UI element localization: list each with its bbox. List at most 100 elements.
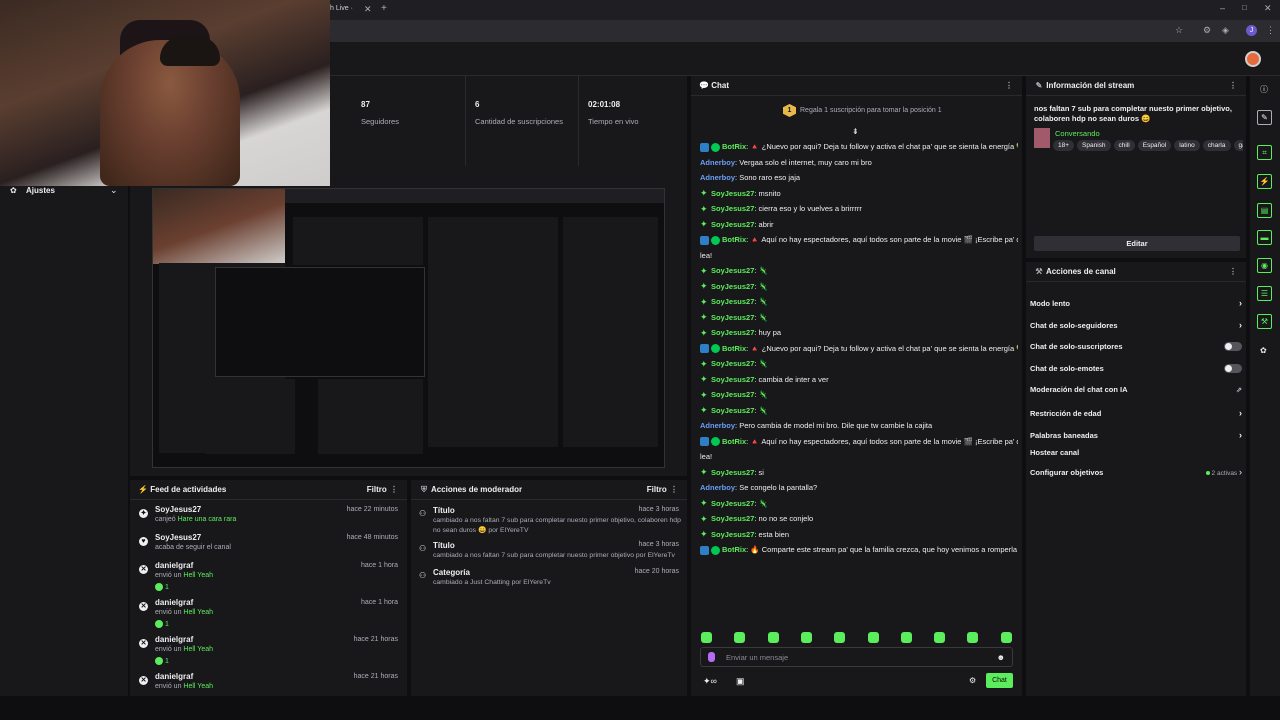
activity-item[interactable]: ✦ SoyJesus27 canjeó Hare una cara rara hace…	[130, 505, 407, 532]
stream-tag[interactable]: latino	[1174, 140, 1200, 151]
channel-action-item[interactable]: Configurar objetivos 2 activas ›	[1030, 467, 1242, 477]
chat-username[interactable]: BotRix	[722, 545, 746, 554]
chat-username[interactable]: SoyJesus27	[711, 220, 754, 229]
rail-scan-button[interactable]: ⌗	[1257, 145, 1272, 160]
channel-action-item[interactable]: Restricción de edad ›	[1030, 408, 1242, 418]
stream-tag[interactable]: Spanish	[1077, 140, 1111, 151]
stream-tag[interactable]: Español	[1137, 140, 1172, 151]
points-icon[interactable]: ✦∞	[703, 676, 717, 687]
profile-avatar[interactable]: J	[1246, 25, 1257, 36]
chat-username[interactable]: SoyJesus27	[711, 297, 754, 306]
channel-action-item[interactable]: Hostear canal	[1030, 448, 1242, 457]
address-bar[interactable]: ☆ ⚙ ◈ J ⋮	[330, 20, 1280, 42]
activity-item[interactable]: ✕ danielgraf envió un Hell Yeah hace 21 hor…	[130, 672, 407, 699]
mod-menu-icon[interactable]: ⋮	[669, 485, 679, 495]
stream-preview-video[interactable]	[152, 188, 665, 468]
chat-username[interactable]: SoyJesus27	[711, 406, 754, 415]
bookmark-star-icon[interactable]: ☆	[1175, 25, 1183, 36]
settings-label[interactable]: Ajustes	[26, 186, 55, 195]
chat-username[interactable]: SoyJesus27	[711, 390, 754, 399]
send-chat-button[interactable]: Chat	[986, 673, 1013, 688]
activity-user[interactable]: danielgraf	[155, 598, 193, 607]
chat-username[interactable]: SoyJesus27	[711, 359, 754, 368]
mod-filter-button[interactable]: Filtro	[647, 485, 667, 494]
activity-item[interactable]: ✕ danielgraf envió un Hell Yeah hace 1 hora…	[130, 561, 407, 597]
emote-icon[interactable]	[734, 632, 746, 643]
activity-user[interactable]: danielgraf	[155, 672, 193, 681]
chat-username[interactable]: BotRix	[722, 437, 746, 446]
channel-action-item[interactable]: Modo lento ›	[1030, 298, 1242, 308]
activity-user[interactable]: SoyJesus27	[155, 505, 201, 514]
close-tab-icon[interactable]: ✕	[364, 4, 372, 15]
chat-menu-icon[interactable]: ⋮	[1004, 81, 1014, 91]
channel-action-item[interactable]: Chat de solo-emotes	[1030, 364, 1242, 373]
emote-icon[interactable]	[767, 632, 779, 643]
chat-username[interactable]: SoyJesus27	[711, 514, 754, 523]
channel-action-item[interactable]: Chat de solo-suscriptores	[1030, 342, 1242, 351]
chat-username[interactable]: BotRix	[722, 344, 746, 353]
rail-doc-button[interactable]: ▤	[1257, 203, 1272, 218]
stream-info-menu-icon[interactable]: ⋮	[1228, 81, 1238, 91]
activity-user[interactable]: SoyJesus27	[155, 533, 201, 542]
activity-user[interactable]: danielgraf	[155, 561, 193, 570]
activity-filter-button[interactable]: Filtro	[367, 485, 387, 494]
edit-stream-button[interactable]: Editar	[1034, 236, 1240, 251]
info-icon[interactable]: ⓘ	[1260, 84, 1268, 95]
toggle-switch[interactable]	[1224, 342, 1242, 351]
minimize-icon[interactable]: –	[1220, 3, 1225, 13]
mic-icon[interactable]	[708, 652, 715, 662]
stream-tag[interactable]: 18+	[1053, 140, 1075, 151]
chat-username[interactable]: Adnerboy	[700, 483, 735, 492]
chat-username[interactable]: SoyJesus27	[711, 499, 754, 508]
emote-icon[interactable]	[701, 632, 712, 643]
chat-username[interactable]: SoyJesus27	[711, 266, 754, 275]
activity-menu-icon[interactable]: ⋮	[389, 485, 399, 495]
rail-radio-button[interactable]: ◉	[1257, 258, 1272, 273]
chat-username[interactable]: SoyJesus27	[711, 282, 754, 291]
emote-icon[interactable]	[800, 632, 812, 643]
user-avatar[interactable]	[1245, 51, 1261, 67]
chat-username[interactable]: SoyJesus27	[711, 204, 754, 213]
emote-icon[interactable]	[934, 632, 946, 643]
chat-username[interactable]: Adnerboy	[700, 158, 735, 167]
activity-user[interactable]: danielgraf	[155, 635, 193, 644]
chat-username[interactable]: SoyJesus27	[711, 328, 754, 337]
chat-username[interactable]: SoyJesus27	[711, 313, 754, 322]
close-window-icon[interactable]: ✕	[1264, 3, 1272, 14]
chat-username[interactable]: SoyJesus27	[711, 468, 754, 477]
chat-username[interactable]: Adnerboy	[700, 173, 735, 182]
rail-wrench-button[interactable]: ⚒	[1257, 314, 1272, 329]
stream-tag[interactable]: chill	[1113, 140, 1135, 151]
channel-action-item[interactable]: Palabras baneadas ›	[1030, 430, 1242, 440]
emote-icon[interactable]	[867, 632, 879, 643]
browser-menu-icon[interactable]: ⋮	[1266, 25, 1275, 36]
emote-icon[interactable]	[967, 632, 979, 643]
extension-icon[interactable]: ⚙	[1203, 25, 1211, 36]
stream-tag[interactable]: ga	[1233, 140, 1243, 151]
chat-username[interactable]: BotRix	[722, 235, 746, 244]
activity-item[interactable]: ✕ danielgraf envió un Hell Yeah hace 1 hora…	[130, 598, 407, 634]
chat-input[interactable]: Enviar un mensaje ☻	[700, 647, 1013, 667]
paint-icon[interactable]: ✿	[1260, 346, 1267, 355]
emote-icon[interactable]	[1000, 632, 1012, 643]
stream-tag[interactable]: charla	[1202, 140, 1231, 151]
channel-actions-menu-icon[interactable]: ⋮	[1228, 267, 1238, 277]
category-name[interactable]: Conversando	[1055, 129, 1100, 138]
emote-icon[interactable]	[834, 632, 846, 643]
browser-tab-title[interactable]: h Live ·	[330, 5, 353, 12]
maximize-icon[interactable]: □	[1242, 3, 1247, 12]
rail-bolt-button[interactable]: ⚡	[1257, 174, 1272, 189]
channel-action-item[interactable]: Chat de solo-seguidores ›	[1030, 320, 1242, 330]
emoji-icon[interactable]: ☻	[997, 653, 1005, 662]
chat-username[interactable]: Adnerboy	[700, 421, 735, 430]
emote-icon[interactable]	[900, 632, 912, 643]
gift-icon[interactable]: ▣	[736, 676, 745, 687]
new-tab-icon[interactable]: +	[381, 3, 387, 14]
chat-username[interactable]: BotRix	[722, 142, 746, 151]
chevron-down-icon[interactable]: ⌄	[110, 185, 118, 196]
channel-action-item[interactable]: Moderación del chat con IA ⇗	[1030, 385, 1242, 394]
chat-username[interactable]: SoyJesus27	[711, 530, 754, 539]
chat-username[interactable]: SoyJesus27	[711, 189, 754, 198]
gift-sub-banner[interactable]: 1 Regala 1 suscripción para tomar la pos…	[783, 104, 942, 117]
puzzle-icon[interactable]: ◈	[1222, 25, 1229, 36]
